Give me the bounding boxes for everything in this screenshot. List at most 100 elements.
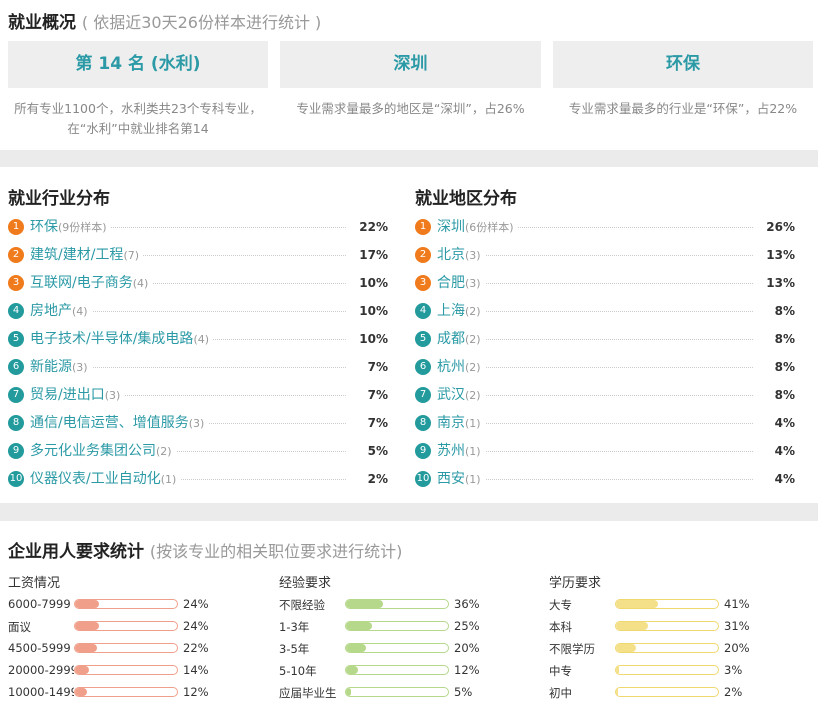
- industry-item-name: 互联网/电子商务: [30, 275, 133, 291]
- industry-item-link[interactable]: 新能源(3): [30, 354, 92, 381]
- requirement-row: 3-5年 20%: [279, 638, 499, 660]
- region-item-link[interactable]: 成都(2): [437, 326, 485, 353]
- industry-item[interactable]: 3 互联网/电子商务(4) 10%: [8, 270, 388, 297]
- region-item[interactable]: 10 西安(1) 4%: [415, 466, 795, 493]
- rank-number-badge: 6: [8, 359, 24, 375]
- industry-item-link[interactable]: 互联网/电子商务(4): [30, 270, 153, 297]
- industry-item-link[interactable]: 建筑/建材/工程(7): [30, 242, 144, 269]
- requirement-column-title: 经验要求: [279, 576, 332, 591]
- region-item-link[interactable]: 武汉(2): [437, 382, 485, 409]
- industry-item[interactable]: 1 环保(9份样本) 22%: [8, 214, 388, 241]
- requirement-percent: 20%: [454, 641, 480, 655]
- industry-item[interactable]: 10 仪器仪表/工业自动化(1) 2%: [8, 466, 388, 493]
- requirement-label: 6000-7999: [8, 597, 71, 611]
- rank-number-badge: 10: [8, 471, 24, 487]
- requirement-label: 4500-5999: [8, 641, 71, 655]
- region-item-percent: 8%: [770, 298, 795, 324]
- industry-item-percent: 2%: [363, 466, 388, 492]
- requirement-bar: [74, 665, 178, 675]
- industry-item-link[interactable]: 多元化业务集团公司(2): [30, 438, 176, 465]
- region-item-link[interactable]: 深圳(6份样本): [437, 214, 518, 241]
- requirement-row: 面议 24%: [8, 616, 228, 638]
- region-item[interactable]: 3 合肥(3) 13%: [415, 270, 795, 297]
- requirement-bar: [615, 665, 719, 675]
- industry-item-count: (4): [193, 333, 210, 346]
- region-item-name: 成都: [437, 331, 465, 347]
- requirement-bar: [615, 599, 719, 609]
- requirement-bar-fill: [346, 600, 383, 608]
- requirement-row: 5-10年 12%: [279, 660, 499, 682]
- industry-item-link[interactable]: 环保(9份样本): [30, 214, 111, 241]
- region-item[interactable]: 7 武汉(2) 8%: [415, 382, 795, 409]
- industry-item-percent: 7%: [363, 382, 388, 408]
- region-item[interactable]: 8 南京(1) 4%: [415, 410, 795, 437]
- region-item-percent: 8%: [770, 326, 795, 352]
- rank-number-badge: 8: [8, 415, 24, 431]
- region-item-link[interactable]: 苏州(1): [437, 438, 485, 465]
- industry-item-link[interactable]: 电子技术/半导体/集成电路(4): [30, 326, 214, 353]
- industry-item-link[interactable]: 仪器仪表/工业自动化(1): [30, 466, 181, 493]
- top-industry-card[interactable]: 环保: [553, 41, 813, 88]
- industry-item[interactable]: 8 通信/电信运营、增值服务(3) 7%: [8, 410, 388, 437]
- rank-number-badge: 5: [415, 331, 431, 347]
- industry-item-name: 建筑/建材/工程: [30, 247, 124, 263]
- region-item-link[interactable]: 杭州(2): [437, 354, 485, 381]
- top-region-desc: 专业需求量最多的地区是“深圳”，占26%: [296, 101, 525, 116]
- industry-item[interactable]: 5 电子技术/半导体/集成电路(4) 10%: [8, 326, 388, 353]
- requirement-percent: 31%: [724, 619, 750, 633]
- region-item-link[interactable]: 西安(1): [437, 466, 485, 493]
- top-region-card[interactable]: 深圳: [280, 41, 541, 88]
- requirement-row: 不限经验 36%: [279, 594, 499, 616]
- region-item[interactable]: 4 上海(2) 8%: [415, 298, 795, 325]
- industry-item-percent: 10%: [355, 298, 388, 324]
- requirement-bar: [345, 621, 449, 631]
- requirement-bar-fill: [346, 622, 372, 630]
- requirement-bar-fill: [75, 688, 88, 696]
- requirement-bar: [615, 643, 719, 653]
- overview-title: 就业概况: [8, 13, 76, 33]
- rank-number-badge: 6: [415, 359, 431, 375]
- region-item-link[interactable]: 合肥(3): [437, 270, 485, 297]
- industry-item[interactable]: 6 新能源(3) 7%: [8, 354, 388, 381]
- requirement-bar: [74, 643, 178, 653]
- industry-item-name: 多元化业务集团公司: [30, 443, 156, 459]
- requirement-label: 不限经验: [279, 598, 325, 612]
- region-item[interactable]: 2 北京(3) 13%: [415, 242, 795, 269]
- region-item-link[interactable]: 北京(3): [437, 242, 485, 269]
- requirement-bar: [74, 621, 178, 631]
- industry-item[interactable]: 2 建筑/建材/工程(7) 17%: [8, 242, 388, 269]
- region-item-name: 苏州: [437, 443, 465, 459]
- requirement-row: 初中 2%: [549, 682, 769, 704]
- requirements-subtitle: (按该专业的相关职位要求进行统计): [149, 542, 403, 561]
- industry-item[interactable]: 7 贸易/进出口(3) 7%: [8, 382, 388, 409]
- rank-number-badge: 8: [415, 415, 431, 431]
- region-item[interactable]: 9 苏州(1) 4%: [415, 438, 795, 465]
- industry-item-percent: 5%: [363, 438, 388, 464]
- industry-item-percent: 22%: [355, 214, 388, 240]
- industry-item-count: (7): [123, 249, 140, 262]
- industry-item[interactable]: 4 房地产(4) 10%: [8, 298, 388, 325]
- industry-item-link[interactable]: 通信/电信运营、增值服务(3): [30, 410, 209, 437]
- industry-item-link[interactable]: 贸易/进出口(3): [30, 382, 125, 409]
- region-item-count: (1): [465, 445, 481, 458]
- region-item[interactable]: 5 成都(2) 8%: [415, 326, 795, 353]
- requirement-bar-fill: [616, 688, 619, 696]
- region-item-link[interactable]: 上海(2): [437, 298, 485, 325]
- requirement-percent: 36%: [454, 597, 480, 611]
- requirement-column-title: 工资情况: [8, 576, 61, 591]
- requirement-bar-fill: [346, 688, 352, 696]
- requirement-percent: 20%: [724, 641, 750, 655]
- requirement-label: 20000-29999: [8, 663, 74, 677]
- region-item-count: (3): [465, 277, 481, 290]
- region-title: 就业地区分布: [415, 189, 517, 209]
- region-item-link[interactable]: 南京(1): [437, 410, 485, 437]
- industry-item-count: (3): [72, 361, 88, 374]
- rank-number-badge: 9: [415, 443, 431, 459]
- region-item[interactable]: 6 杭州(2) 8%: [415, 354, 795, 381]
- region-item[interactable]: 1 深圳(6份样本) 26%: [415, 214, 795, 241]
- industry-item-count: (4): [132, 277, 149, 290]
- rank-card[interactable]: 第 14 名 (水利): [8, 41, 268, 88]
- industry-item[interactable]: 9 多元化业务集团公司(2) 5%: [8, 438, 388, 465]
- industry-item-link[interactable]: 房地产(4): [30, 298, 92, 325]
- requirement-label: 3-5年: [279, 642, 310, 656]
